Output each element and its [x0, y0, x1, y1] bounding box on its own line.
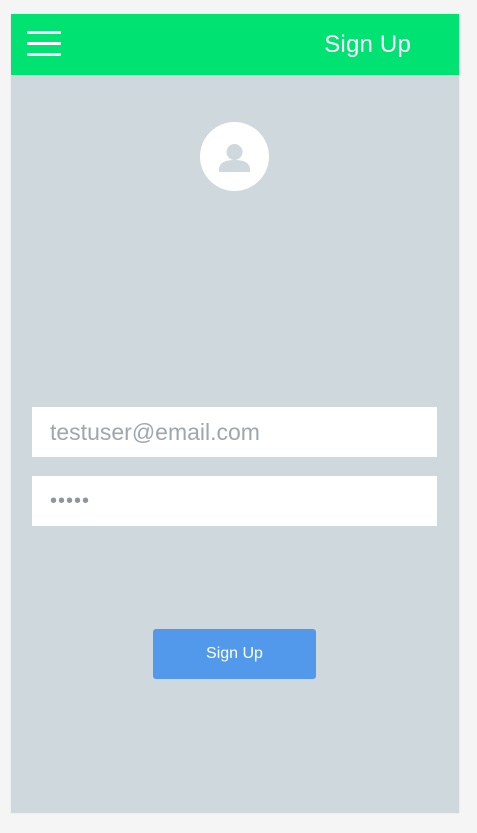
menu-line	[27, 42, 61, 45]
email-field[interactable]: testuser@email.com	[32, 407, 437, 457]
app-screen: Sign Up testuser@email.com ••••• Sign Up	[11, 14, 459, 813]
signup-button[interactable]: Sign Up	[153, 629, 316, 679]
menu-line	[27, 53, 61, 56]
user-icon	[219, 144, 250, 172]
top-bar: Sign Up	[11, 14, 459, 75]
menu-line	[27, 31, 61, 34]
avatar	[200, 122, 269, 191]
hamburger-menu-icon[interactable]	[27, 31, 61, 58]
email-field-value: testuser@email.com	[50, 419, 260, 445]
page-title: Sign Up	[324, 31, 411, 58]
password-field[interactable]: •••••	[32, 476, 437, 526]
password-field-value: •••••	[50, 490, 91, 512]
